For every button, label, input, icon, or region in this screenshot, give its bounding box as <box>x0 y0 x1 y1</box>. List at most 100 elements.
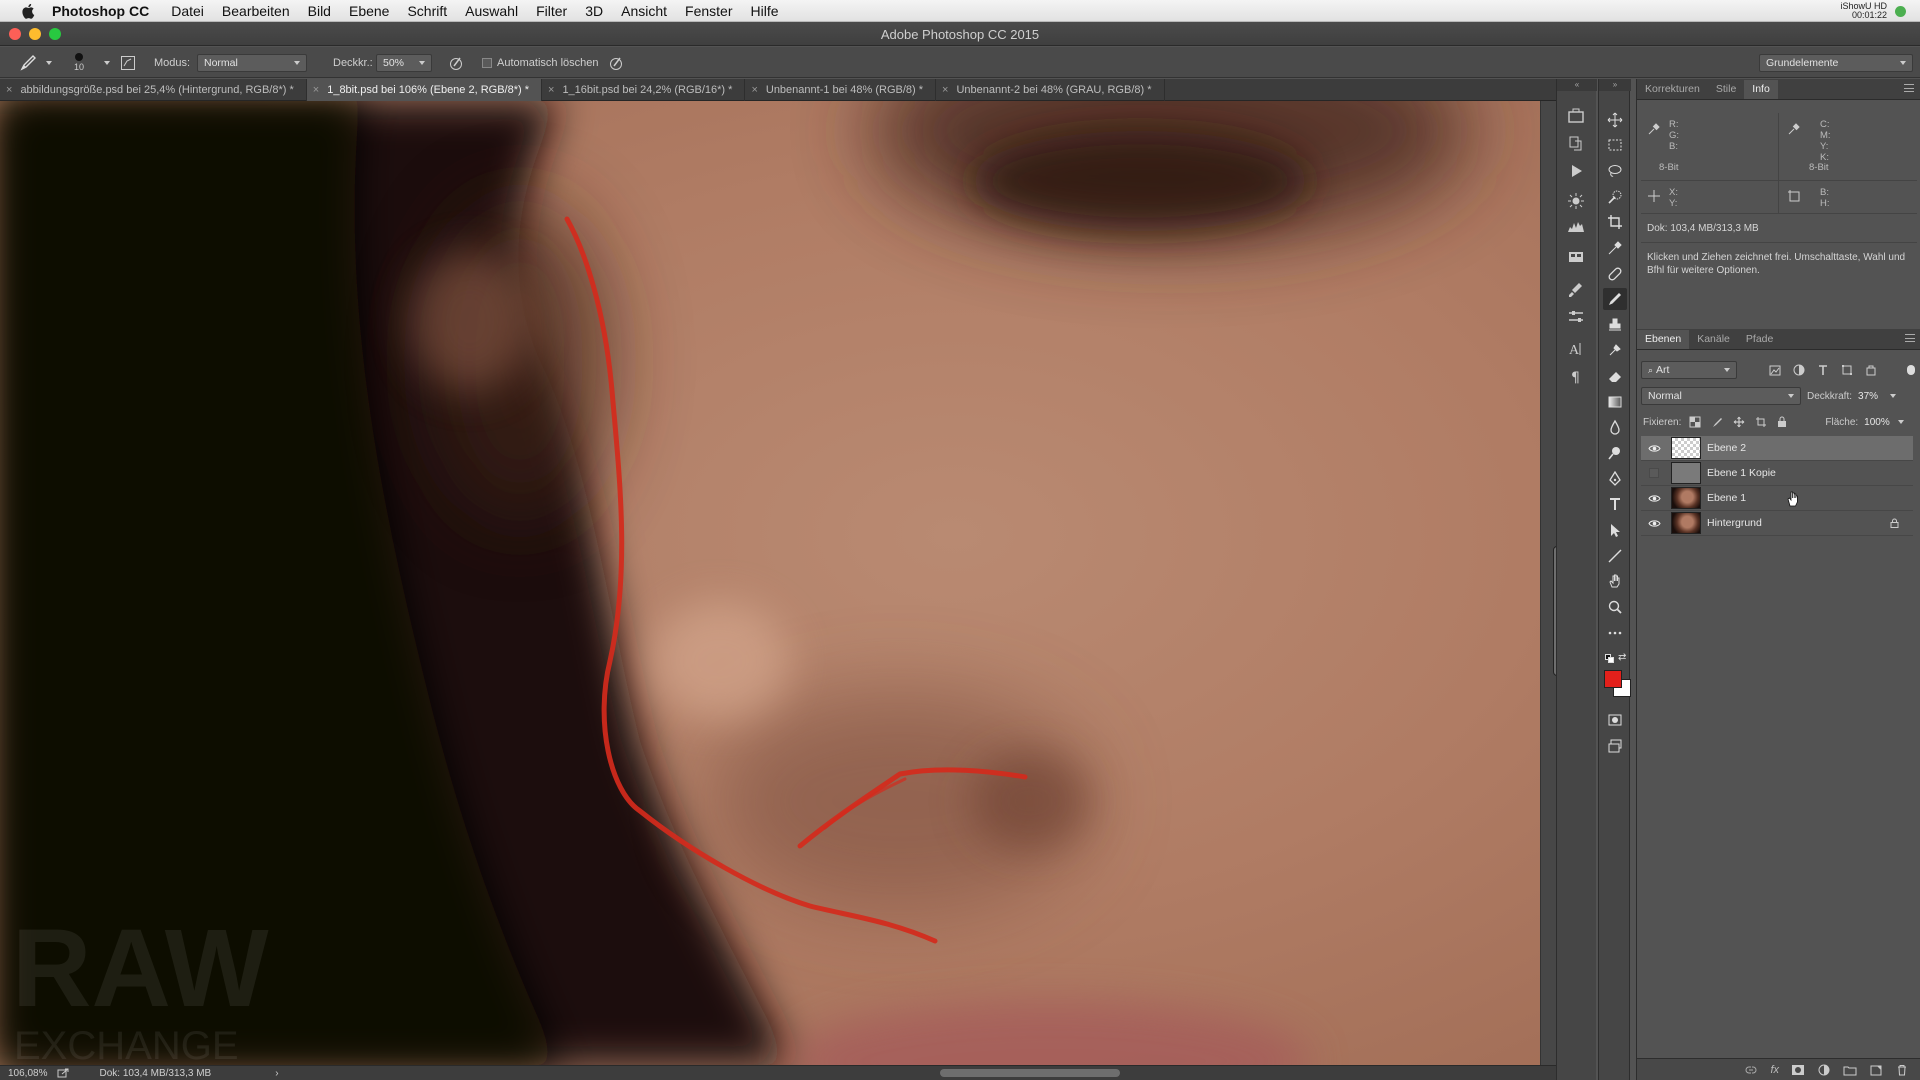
add-mask-icon[interactable] <box>1791 1064 1805 1076</box>
tab-korrekturen[interactable]: Korrekturen <box>1637 80 1708 99</box>
pencil-tool[interactable] <box>1603 288 1627 310</box>
layer-row-hintergrund[interactable]: Hintergrund <box>1641 511 1913 536</box>
menu-bild[interactable]: Bild <box>308 3 331 19</box>
brush-size-picker[interactable]: 10 <box>74 47 84 78</box>
menu-auswahl[interactable]: Auswahl <box>465 3 518 19</box>
zoom-tool[interactable] <box>1603 596 1627 618</box>
clone-stamp-tool[interactable] <box>1603 314 1627 336</box>
close-tab-icon[interactable]: × <box>942 84 948 96</box>
opacity-input[interactable]: 50% <box>376 53 432 72</box>
layer-filter-kind[interactable]: ⌕ Art <box>1641 361 1737 379</box>
gradient-tool[interactable] <box>1603 391 1627 413</box>
collapse-toolbar-icon[interactable]: » <box>1599 79 1631 91</box>
doc-tab-2[interactable]: × 1_8bit.psd bei 106% (Ebene 2, RGB/8*) * <box>306 79 542 101</box>
workspace-select[interactable]: Grundelemente <box>1759 53 1913 72</box>
menu-ebene[interactable]: Ebene <box>349 3 389 19</box>
menu-bearbeiten[interactable]: Bearbeiten <box>222 3 290 19</box>
history-brush-tool[interactable] <box>1603 339 1627 361</box>
horizontal-scroll-thumb[interactable] <box>940 1069 1120 1077</box>
pressure-size-toggle[interactable] <box>608 47 624 78</box>
document-canvas[interactable]: RAW EXCHANGE <box>0 101 1540 1065</box>
close-tab-icon[interactable]: × <box>313 84 319 96</box>
layer-row-ebene-1[interactable]: Ebene 1 <box>1641 486 1913 511</box>
close-tab-icon[interactable]: × <box>6 84 12 96</box>
dock-timeline[interactable] <box>1565 247 1587 267</box>
lock-transparent-icon[interactable] <box>1689 416 1701 428</box>
filter-toggle-icon[interactable] <box>1907 365 1915 375</box>
filter-pixel-icon[interactable] <box>1769 365 1781 376</box>
doc-tab-3[interactable]: × 1_16bit.psd bei 24,2% (RGB/16*) * <box>542 79 746 101</box>
link-layers-icon[interactable] <box>1744 1064 1758 1076</box>
share-icon[interactable] <box>57 1068 69 1078</box>
filter-type-icon[interactable] <box>1817 364 1829 376</box>
menu-schrift[interactable]: Schrift <box>407 3 447 19</box>
screen-mode-button[interactable] <box>1603 735 1627 757</box>
apple-icon[interactable] <box>20 3 38 19</box>
menu-filter[interactable]: Filter <box>536 3 567 19</box>
filter-shape-icon[interactable] <box>1841 364 1853 376</box>
mode-select[interactable]: Normal <box>197 53 307 72</box>
visibility-toggle[interactable] <box>1645 486 1663 511</box>
dodge-tool[interactable] <box>1603 442 1627 464</box>
layer-name[interactable]: Ebene 1 Kopie <box>1707 467 1776 479</box>
adjustment-layer-icon[interactable] <box>1817 1064 1831 1076</box>
layer-lock-icon[interactable] <box>1890 518 1899 528</box>
close-tab-icon[interactable]: × <box>751 84 757 96</box>
filter-smart-object-icon[interactable] <box>1865 364 1877 376</box>
brush-panel-toggle[interactable] <box>120 47 136 78</box>
tab-stile[interactable]: Stile <box>1708 80 1744 99</box>
dock-histogram[interactable] <box>1565 216 1587 236</box>
visibility-toggle[interactable] <box>1645 511 1663 536</box>
layer-style-fx-icon[interactable]: fx <box>1770 1064 1779 1076</box>
lock-artboard-icon[interactable] <box>1755 416 1767 428</box>
lock-pixels-brush-icon[interactable] <box>1711 416 1723 428</box>
quick-selection-tool[interactable] <box>1603 186 1627 208</box>
eyedropper-tool[interactable] <box>1603 237 1627 259</box>
blur-tool[interactable] <box>1603 416 1627 438</box>
app-menu[interactable]: Photoshop CC <box>52 3 149 19</box>
dock-history[interactable] <box>1565 133 1587 153</box>
layer-opacity-input[interactable]: 37% <box>1858 391 1897 402</box>
panel-menu-icon[interactable] <box>1904 84 1914 92</box>
menu-hilfe[interactable]: Hilfe <box>751 3 779 19</box>
tab-ebenen[interactable]: Ebenen <box>1637 330 1690 349</box>
new-group-folder-icon[interactable] <box>1843 1064 1857 1076</box>
menu-fenster[interactable]: Fenster <box>685 3 732 19</box>
healing-brush-tool[interactable] <box>1603 263 1627 285</box>
dock-actions[interactable] <box>1565 161 1587 181</box>
doc-tab-4[interactable]: × Unbenannt-1 bei 48% (RGB/8) * <box>745 79 937 101</box>
collapse-dock-icon[interactable]: « <box>1557 79 1597 91</box>
visibility-toggle[interactable] <box>1645 436 1663 461</box>
lock-all-icon[interactable] <box>1777 416 1787 428</box>
default-colors-icon[interactable] <box>1605 654 1615 664</box>
brush-picker-chevron-icon[interactable] <box>104 60 110 65</box>
layer-row-ebene-2[interactable]: Ebene 2 <box>1641 436 1913 461</box>
layer-name[interactable]: Ebene 2 <box>1707 442 1746 454</box>
dock-tool-presets[interactable] <box>1565 106 1587 126</box>
auto-erase-checkbox[interactable]: Automatisch löschen <box>482 47 599 78</box>
marquee-tool[interactable] <box>1603 134 1627 156</box>
dock-paragraph[interactable]: ¶ <box>1565 366 1587 386</box>
auto-erase-box[interactable] <box>482 57 492 68</box>
vertical-scrollbar[interactable] <box>1540 101 1561 1065</box>
dock-properties[interactable] <box>1565 307 1587 327</box>
crop-tool[interactable] <box>1603 211 1627 233</box>
doc-tab-1[interactable]: × abbildungsgröße.psd bei 25,4% (Hintergr… <box>0 79 307 101</box>
hand-tool[interactable] <box>1603 570 1627 592</box>
layer-row-ebene-1-kopie[interactable]: Ebene 1 Kopie <box>1641 461 1913 486</box>
tab-pfade[interactable]: Pfade <box>1738 330 1781 349</box>
lasso-tool[interactable] <box>1603 160 1627 182</box>
zoom-level[interactable]: 106,08% <box>8 1068 47 1079</box>
path-selection-tool[interactable] <box>1603 519 1627 541</box>
menu-3d[interactable]: 3D <box>585 3 603 19</box>
close-tab-icon[interactable]: × <box>548 84 554 96</box>
type-tool[interactable] <box>1603 493 1627 515</box>
pen-tool[interactable] <box>1603 468 1627 490</box>
layer-name[interactable]: Hintergrund <box>1707 517 1762 529</box>
swap-colors-icon[interactable]: ⇄ <box>1618 652 1626 663</box>
tab-kanaele[interactable]: Kanäle <box>1689 330 1738 349</box>
layer-name[interactable]: Ebene 1 <box>1707 492 1746 504</box>
dock-brushes[interactable] <box>1565 280 1587 300</box>
edit-toolbar-button[interactable] <box>1603 622 1627 644</box>
filter-adjustment-icon[interactable] <box>1793 364 1805 376</box>
